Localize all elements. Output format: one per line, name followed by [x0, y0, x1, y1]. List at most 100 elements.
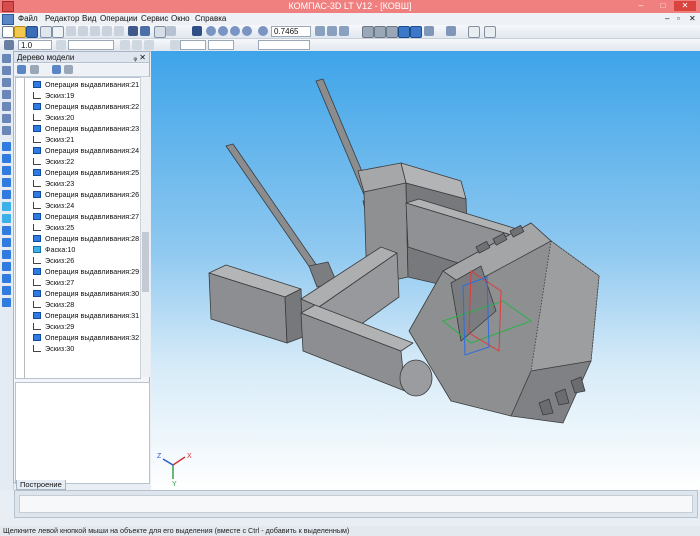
snap-icon[interactable]	[120, 40, 130, 50]
rotate-icon[interactable]	[327, 26, 337, 36]
document-icon[interactable]	[2, 14, 14, 25]
tree-scroll-thumb[interactable]	[142, 232, 149, 292]
copy-icon[interactable]	[78, 26, 88, 36]
coord-z-field[interactable]	[258, 40, 310, 50]
redo-icon[interactable]	[114, 26, 124, 36]
sheet-icon[interactable]	[484, 26, 496, 38]
measure-icon[interactable]	[166, 26, 176, 36]
tool-section-icon[interactable]	[2, 262, 11, 271]
tool-measure-icon[interactable]	[2, 114, 11, 123]
tree-item[interactable]: Эскиз:24	[16, 200, 140, 211]
maximize-button[interactable]: □	[652, 1, 674, 11]
tree-item[interactable]: Операция выдавливания:23	[16, 123, 140, 134]
tool-chamfer-icon[interactable]	[2, 214, 11, 223]
tool-extrude-icon[interactable]	[2, 142, 11, 151]
tree-item[interactable]: Эскиз:20	[16, 112, 140, 123]
ortho-icon[interactable]	[144, 40, 154, 50]
tree-item[interactable]: Эскиз:27	[16, 277, 140, 288]
menu-window[interactable]: Окно	[171, 14, 190, 23]
layer-field[interactable]	[68, 40, 114, 50]
properties-icon[interactable]	[140, 26, 150, 36]
tree-item[interactable]: Эскиз:28	[16, 299, 140, 310]
doc-close-icon[interactable]: ✕	[689, 14, 696, 23]
tree-item[interactable]: Операция выдавливания:32	[16, 332, 140, 343]
tree-item[interactable]: Операция выдавливания:29	[16, 266, 140, 277]
tree-structure-icon[interactable]	[30, 65, 39, 74]
tool-plane-icon[interactable]	[2, 298, 11, 307]
menu-operations[interactable]: Операции	[100, 14, 137, 23]
tree-item[interactable]: Эскиз:25	[16, 222, 140, 233]
tool-fillet-icon[interactable]	[2, 202, 11, 211]
tree-item[interactable]: Фаска:10	[16, 244, 140, 255]
tool-edit-icon[interactable]	[2, 54, 11, 63]
library-icon[interactable]	[128, 26, 138, 36]
zoom-in-icon[interactable]	[218, 26, 228, 36]
tab-build[interactable]: Построение	[16, 480, 66, 490]
zoom-scale-icon[interactable]	[258, 26, 268, 36]
tree-item[interactable]: Операция выдавливания:22	[16, 101, 140, 112]
tool-hole-icon[interactable]	[2, 226, 11, 235]
save-icon[interactable]	[26, 26, 38, 38]
tree-item[interactable]: Эскиз:23	[16, 178, 140, 189]
tree-item[interactable]: Операция выдавливания:27	[16, 211, 140, 222]
pan-icon[interactable]	[315, 26, 325, 36]
model-viewport[interactable]: X Y Z	[151, 51, 700, 490]
tool-geometry-icon[interactable]	[2, 90, 11, 99]
zoom-field[interactable]: 0.7465	[271, 26, 311, 37]
layer-icon[interactable]	[56, 40, 66, 50]
tree-item[interactable]: Операция выдавливания:25	[16, 167, 140, 178]
tool-curves-icon[interactable]	[2, 78, 11, 87]
tool-loft-icon[interactable]	[2, 178, 11, 187]
tool-mirror-icon[interactable]	[2, 274, 11, 283]
tree-scrollbar[interactable]	[140, 77, 150, 377]
local-cs-icon[interactable]	[132, 40, 142, 50]
pin-icon[interactable]: ᵩ	[133, 52, 137, 63]
hidden-lines-icon[interactable]	[374, 26, 386, 38]
coord-x-field[interactable]	[180, 40, 206, 50]
zoom-window-icon[interactable]	[206, 26, 216, 36]
coord-y-field[interactable]	[208, 40, 234, 50]
grid-icon[interactable]	[4, 40, 14, 50]
open-icon[interactable]	[14, 26, 26, 38]
tool-sketch-icon[interactable]	[2, 66, 11, 75]
tool-shell-icon[interactable]	[2, 250, 11, 259]
tool-cut-icon[interactable]	[2, 190, 11, 199]
tree-item[interactable]: Операция выдавливания:26	[16, 189, 140, 200]
menu-service[interactable]: Сервис	[141, 14, 168, 23]
doc-restore-icon[interactable]: ▫	[677, 14, 680, 23]
shaded-edges-icon[interactable]	[410, 26, 422, 38]
page-icon[interactable]	[468, 26, 480, 38]
tree-item[interactable]: Эскиз:29	[16, 321, 140, 332]
close-button[interactable]: ✕	[674, 1, 696, 11]
tree-item[interactable]: Эскиз:30	[16, 343, 140, 354]
cut-icon[interactable]	[66, 26, 76, 36]
coord-icon[interactable]	[170, 40, 180, 50]
doc-minimize-icon[interactable]: –	[665, 14, 669, 23]
calculator-icon[interactable]	[154, 26, 166, 38]
tree-item[interactable]: Эскиз:19	[16, 90, 140, 101]
menu-help[interactable]: Справка	[195, 14, 226, 23]
close-panel-icon[interactable]: ✕	[139, 52, 146, 63]
model-tree[interactable]: Операция выдавливания:21 Эскиз:19 Операция…	[15, 77, 141, 379]
tool-rotate-icon[interactable]	[2, 154, 11, 163]
tree-item[interactable]: Эскиз:22	[16, 156, 140, 167]
tree-item[interactable]: Эскиз:21	[16, 134, 140, 145]
zoom-fit-icon[interactable]	[242, 26, 252, 36]
minimize-button[interactable]: –	[630, 1, 652, 11]
menu-file[interactable]: Файл	[18, 14, 38, 23]
shaded-icon[interactable]	[398, 26, 410, 38]
thin-lines-icon[interactable]	[386, 26, 398, 38]
menu-edit[interactable]: Редактор	[45, 14, 79, 23]
tool-kinematic-icon[interactable]	[2, 166, 11, 175]
line-width-field[interactable]: 1.0	[18, 40, 52, 50]
tool-dims-icon[interactable]	[2, 102, 11, 111]
orientation-icon[interactable]	[339, 26, 349, 36]
undo-icon[interactable]	[102, 26, 112, 36]
tree-item[interactable]: Операция выдавливания:21	[16, 79, 140, 90]
tool-array-icon[interactable]	[2, 286, 11, 295]
tree-item[interactable]: Операция выдавливания:31	[16, 310, 140, 321]
help-icon[interactable]	[192, 26, 202, 36]
perspective-icon[interactable]	[424, 26, 434, 36]
new-doc-icon[interactable]	[2, 26, 14, 38]
tool-rib-icon[interactable]	[2, 238, 11, 247]
